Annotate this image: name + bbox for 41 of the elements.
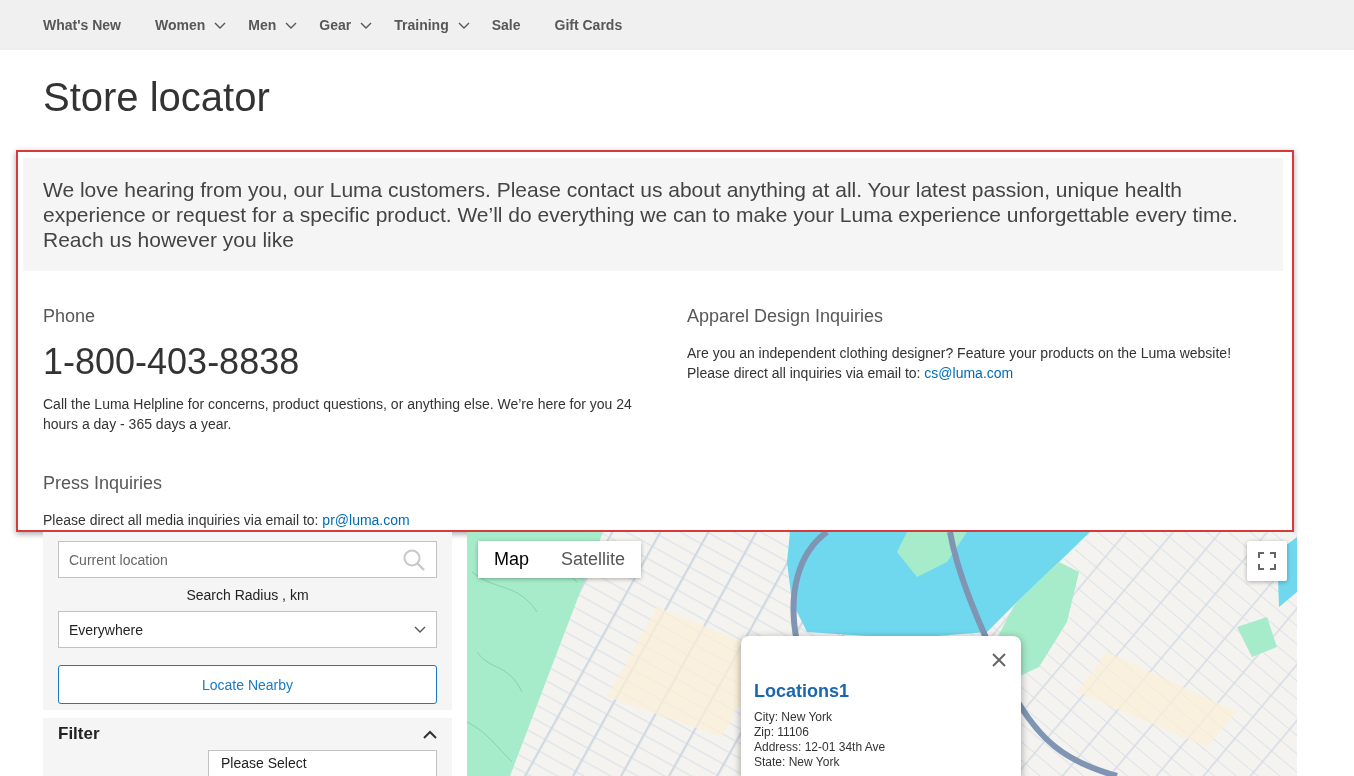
email-link[interactable]: cs@luma.com	[924, 365, 1014, 381]
inquiry-text: Are you an independent clothing designer? Feature your products on the Luma website! Please direct all inquiries via email to: cs@luma.com	[687, 344, 1233, 383]
phone-number: 1-800-403-8838	[43, 340, 300, 384]
intro-text: We love hearing from you, our Luma customers. Please contact us about anything at all. Your latest passion, unique health experience or request for a specific product. We’ll do everything we can to make your Luma experience unforgettable every time. Reach us however you like	[23, 158, 1283, 271]
nav-item[interactable]: Sale	[491, 13, 521, 37]
chevron-down-icon	[414, 626, 426, 633]
chevron-down-icon	[457, 21, 470, 29]
location-detail: Zip: 11106	[754, 725, 810, 740]
caret-up-icon[interactable]	[423, 729, 437, 739]
locate-nearby-button[interactable]: Locate Nearby	[58, 665, 437, 704]
nav-item[interactable]: Gear	[319, 13, 373, 37]
radius-select[interactable]: Everywhere	[58, 611, 437, 648]
nav-item[interactable]: What's New	[43, 13, 121, 37]
location-title: Locations1	[754, 680, 850, 702]
inquiry-text: Please direct all media inquiries via email to: pr@luma.com	[43, 511, 411, 530]
radius-label: Search Radius , km	[185, 586, 310, 604]
section-heading: Phone	[43, 305, 96, 328]
chevron-down-icon	[214, 21, 227, 29]
email-link[interactable]: pr@luma.com	[322, 512, 410, 528]
nav-item[interactable]: Women	[155, 13, 227, 37]
nav-item[interactable]: Men	[248, 13, 298, 37]
search-icon	[403, 549, 425, 571]
close-icon[interactable]	[992, 653, 1006, 667]
page-title: Store locator	[43, 74, 270, 121]
fullscreen-icon	[1258, 552, 1276, 570]
map-type-tab[interactable]: Map	[478, 541, 545, 578]
chevron-down-icon	[360, 21, 373, 29]
filter-title: Filter	[58, 724, 100, 744]
nav-item[interactable]: Gift Cards	[554, 13, 623, 37]
search-field[interactable]: Current location	[58, 541, 437, 578]
filter-select[interactable]: Please Select	[208, 750, 437, 776]
helpline-text: Call the Luma Helpline for concerns, product questions, or anything else. We’re here for you 24 hours a day - 365 days a year.	[43, 395, 633, 434]
location-detail: Address: 12-01 34th Ave	[754, 740, 887, 755]
nav-item[interactable]: Training	[394, 13, 470, 37]
location-detail: State: New York	[754, 755, 841, 770]
section-heading: Apparel Design Inquiries	[687, 305, 884, 328]
fullscreen-button[interactable]	[1247, 541, 1287, 581]
map-type-tab[interactable]: Satellite	[545, 541, 642, 578]
section-heading: Press Inquiries	[43, 472, 163, 495]
chevron-down-icon	[285, 21, 298, 29]
location-detail: City: New York	[754, 710, 834, 725]
